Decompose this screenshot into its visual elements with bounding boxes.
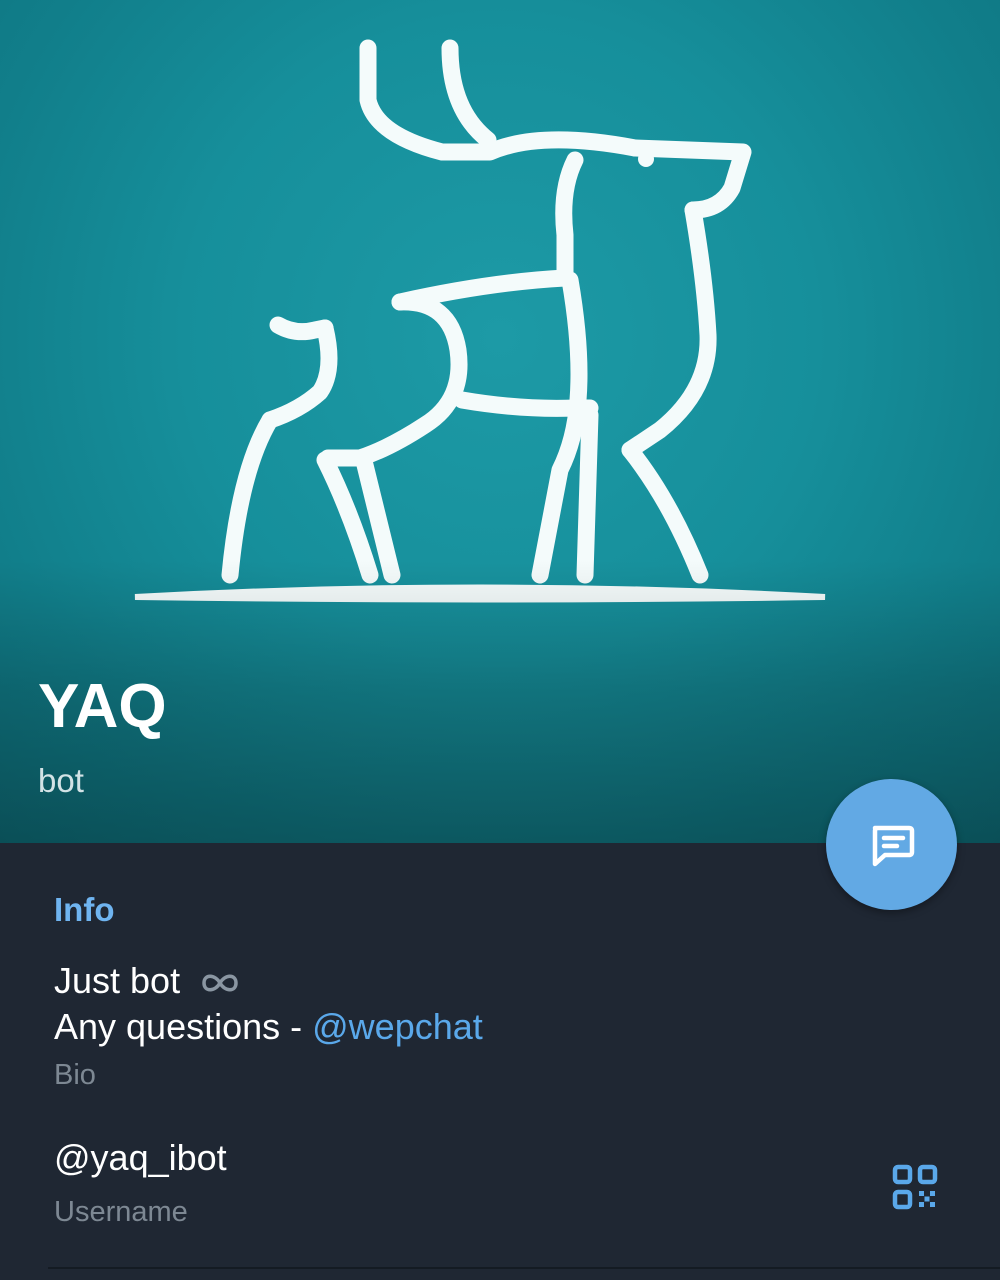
deer-logo-icon	[134, 39, 826, 603]
username-value[interactable]: @yaq_ibot	[54, 1140, 227, 1176]
message-icon	[872, 825, 914, 866]
divider	[48, 1267, 1000, 1269]
bio-text-line-2: Any questions -	[54, 1006, 313, 1047]
bio-text-line-1: Just bot	[54, 960, 181, 1001]
bio-field[interactable]: Just bot Any questions - @wepchat	[54, 958, 934, 1050]
profile-status: bot	[38, 762, 84, 799]
username-label: Username	[54, 1196, 188, 1228]
info-section: Info Just bot Any questions - @wepchat B…	[0, 843, 1000, 1280]
wepchat-mention-link[interactable]: @wepchat	[312, 1006, 483, 1047]
message-button[interactable]	[826, 779, 957, 910]
qr-code-button[interactable]	[884, 1156, 946, 1218]
bio-label: Bio	[54, 1059, 96, 1091]
bio-line-2: Any questions - @wepchat	[54, 1004, 934, 1050]
profile-screen: YAQ bot Info Just bot Any questions - @w…	[0, 0, 1000, 1280]
bio-line-1: Just bot	[54, 958, 934, 1004]
profile-name: YAQ	[38, 672, 167, 741]
infinity-icon	[202, 975, 238, 992]
profile-header: YAQ bot	[0, 0, 1000, 843]
qr-code-icon	[892, 1164, 938, 1210]
info-section-title: Info	[54, 891, 115, 928]
